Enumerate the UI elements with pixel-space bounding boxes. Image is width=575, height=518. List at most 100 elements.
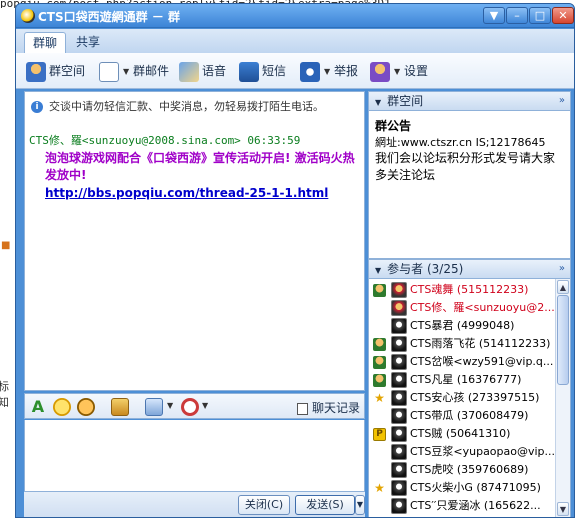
star-badge-icon: ★ [374, 481, 385, 495]
member-avatar [391, 444, 407, 460]
chat-history-area[interactable]: i 交谈中请勿轻信汇款、中奖消息，勿轻易拨打陌生电话。 CTS修、羅<sunzuo… [24, 91, 365, 391]
scroll-thumb[interactable] [557, 295, 569, 385]
background-text-fragment: 标知 [0, 380, 9, 409]
send-image-icon[interactable] [111, 398, 129, 416]
police-badge-icon [300, 61, 320, 82]
member-name: CTS修、羅<sunzuoyu@2... [410, 301, 555, 314]
member-row[interactable]: ★ CTS火柴小G (87471095) [369, 479, 555, 497]
message-input[interactable] [24, 420, 365, 492]
group-space-panel-title: 群空间 [387, 94, 424, 108]
members-panel-header[interactable]: ▼ 参与者 (3/25) » [368, 259, 571, 279]
group-mail-button[interactable]: ▼ 群邮件 [99, 59, 169, 83]
member-avatar [391, 408, 407, 424]
vip-badge-icon: P [373, 428, 386, 441]
member-avatar [391, 336, 407, 352]
member-name: CTS豆浆<yupaopao@vip.... [410, 445, 559, 458]
member-name: CTS雨落飞花 (514112233) [410, 337, 551, 350]
safety-notice: i 交谈中请勿轻信汇款、中奖消息，勿轻易拨打陌生电话。 [31, 98, 324, 114]
member-row[interactable]: P CTS贼 (50641310) [369, 425, 555, 443]
chevron-down-icon[interactable]: ▼ [202, 401, 208, 410]
expand-icon[interactable]: » [559, 92, 565, 110]
screenshot-icon[interactable] [145, 398, 163, 416]
member-row[interactable]: CTS魂舞 (515112233) [369, 281, 555, 299]
member-row[interactable]: CTS修、羅<sunzuoyu@2... [369, 299, 555, 317]
member-row[interactable]: CTS岔喉<wzy591@vip.q... [369, 353, 555, 371]
member-list: CTS魂舞 (515112233) CTS修、羅<sunzuoyu@2... CTS… [368, 279, 571, 517]
send-button[interactable]: 发送(S) [295, 495, 355, 515]
member-avatar [391, 480, 407, 496]
send-options-button[interactable]: ▼ [355, 495, 365, 515]
voice-label: 语音 [202, 64, 227, 78]
magic-emoticon-icon[interactable] [77, 398, 95, 416]
toolbar: 群空间 ▼ 群邮件 语音 短信 ▼ 举报 ▼ 设置 [16, 53, 574, 89]
history-icon [296, 402, 308, 415]
member-name: CTS岔喉<wzy591@vip.q... [410, 355, 554, 368]
no-badge [373, 320, 386, 333]
group-people-icon [26, 61, 46, 82]
message-body: 泡泡球游戏网配合《口袋西游》宣传活动开启! 激活码火热发放中! [45, 151, 355, 182]
report-button[interactable]: ▼ 举报 [300, 59, 358, 83]
member-name: CTS安心孩 (273397515) [410, 391, 540, 404]
chevron-down-icon: ▼ [324, 66, 331, 76]
emoticon-icon[interactable] [53, 398, 71, 416]
chevron-down-icon: ▼ [394, 66, 401, 76]
qq-penguin-icon [21, 9, 35, 23]
tab-share[interactable]: 共享 [68, 32, 108, 53]
group-mail-label: 群邮件 [132, 64, 169, 78]
member-row[interactable]: CTS带瓜 (370608479) [369, 407, 555, 425]
minimize-button[interactable]: – [506, 7, 528, 24]
member-name: CTS虎咬 (359760689) [410, 463, 529, 476]
member-name: CTS魂舞 (515112233) [410, 283, 529, 296]
member-avatar [391, 282, 407, 298]
no-badge [373, 410, 386, 423]
member-avatar [391, 372, 407, 388]
member-name: CTS凡星 (16376777) [410, 373, 522, 386]
close-button[interactable]: 关闭(C) [238, 495, 290, 515]
collapse-icon: ▼ [375, 266, 382, 275]
expand-icon[interactable]: » [559, 260, 565, 278]
group-space-button[interactable]: 群空间 [26, 59, 85, 83]
chevron-down-icon[interactable]: ▼ [167, 401, 173, 410]
sms-button[interactable]: 短信 [239, 59, 286, 83]
background-left-strip: 标知 ■ [0, 8, 16, 518]
members-panel-title: 参与者 (3/25) [387, 262, 464, 276]
font-icon[interactable]: A [29, 398, 47, 416]
safety-notice-text: 交谈中请勿轻信汇款、中奖消息，勿轻易拨打陌生电话。 [49, 100, 324, 113]
maximize-button[interactable]: □ [529, 7, 551, 24]
bulletin-text: 我们会以论坛积分形式发号请大家多关注论坛 [375, 151, 556, 182]
member-avatar [391, 318, 407, 334]
group-space-label: 群空间 [49, 64, 86, 78]
no-badge [373, 446, 386, 459]
settings-label: 设置 [403, 64, 428, 78]
member-avatar [391, 498, 407, 514]
bulletin-site-line: 網址:www.ctszr.cn IS;12178645 [375, 136, 546, 149]
star-badge-icon: ★ [374, 391, 385, 405]
member-list-scrollbar[interactable]: ▲ ▼ [555, 279, 570, 517]
scroll-up-icon[interactable]: ▲ [557, 280, 569, 294]
close-window-button[interactable]: ✕ [552, 7, 574, 24]
group-space-panel-header[interactable]: ▼ 群空间 » [368, 91, 571, 111]
member-row[interactable]: CTS凡星 (16376777) [369, 371, 555, 389]
bulletin-title: 群公告 [375, 119, 412, 133]
scroll-down-icon[interactable]: ▼ [557, 502, 569, 516]
no-badge [373, 302, 386, 315]
no-badge [373, 500, 386, 513]
member-row[interactable]: ★ CTS安心孩 (273397515) [369, 389, 555, 407]
member-row[interactable]: CTS雨落飞花 (514112233) [369, 335, 555, 353]
tab-group-chat[interactable]: 群聊 [24, 32, 67, 53]
title-bar[interactable]: CTS口袋西遊網通群 － 群 ▼ – □ ✕ [16, 4, 574, 28]
member-row[interactable]: CTS′′只爱涵冰 (165622... [369, 497, 555, 515]
chat-history-button[interactable]: 聊天记录 [296, 399, 360, 416]
owner-badge-icon [373, 284, 386, 297]
settings-button[interactable]: ▼ 设置 [370, 59, 428, 83]
member-row[interactable]: CTS暴君 (4999048) [369, 317, 555, 335]
message-link[interactable]: http://bbs.popqiu.com/thread-25-1-1.html [45, 186, 328, 200]
no-badge [373, 464, 386, 477]
voice-button[interactable]: 语音 [179, 59, 226, 83]
window-menu-button[interactable]: ▼ [483, 7, 505, 24]
member-row[interactable]: CTS豆浆<yupaopao@vip.... [369, 443, 559, 461]
collapse-icon: ▼ [375, 98, 382, 107]
report-label: 举报 [333, 64, 358, 78]
member-row[interactable]: CTS虎咬 (359760689) [369, 461, 555, 479]
block-image-icon[interactable] [181, 398, 199, 416]
